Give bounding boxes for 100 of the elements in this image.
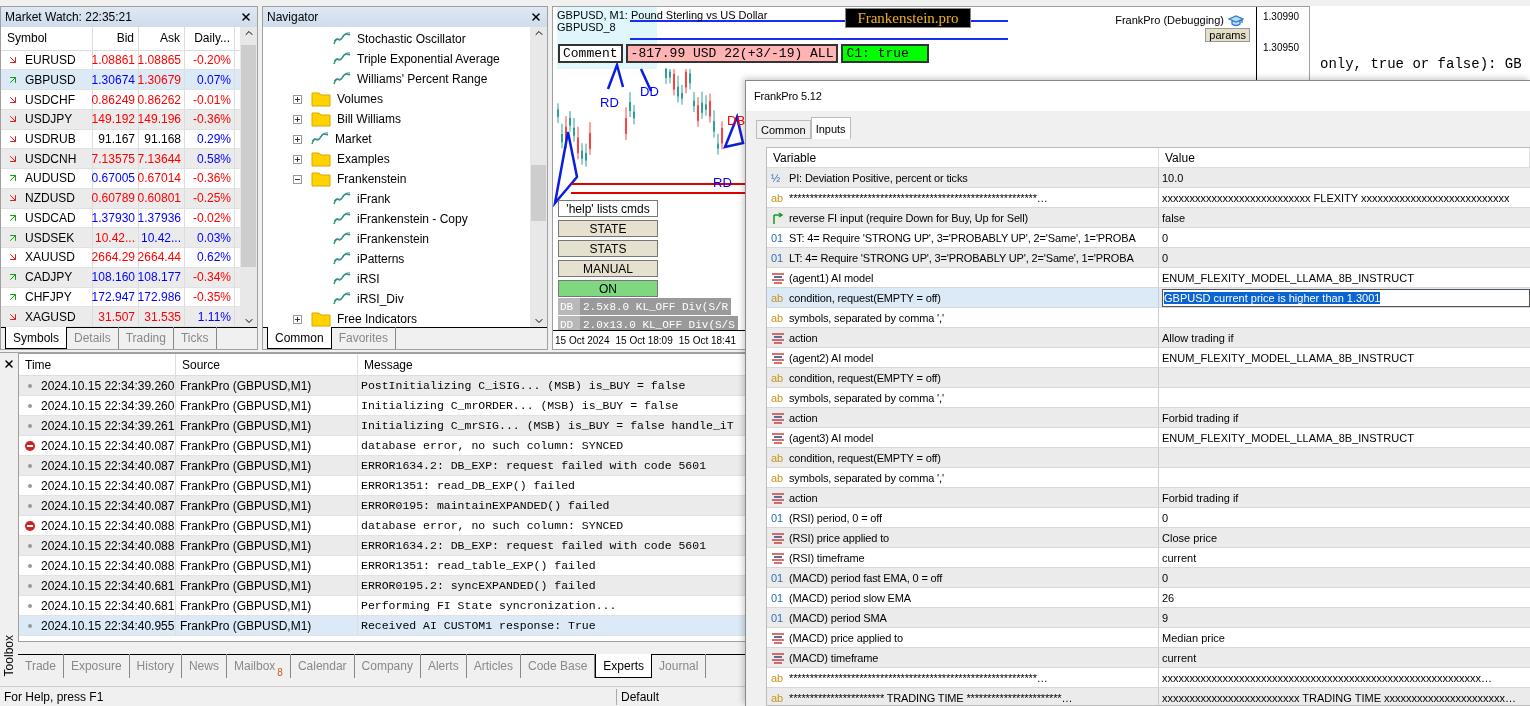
ask-price: 10.42... xyxy=(139,228,185,248)
daily-change: 0.62% xyxy=(185,248,235,267)
variable-name: (RSI) price applied to xyxy=(789,531,890,544)
brand-label: Frankenstein.pro xyxy=(845,8,971,28)
log-time: 2024.10.15 22:34:40.955 xyxy=(41,618,175,633)
log-time: 2024.10.15 22:34:40.087 xyxy=(41,498,175,513)
chart-subtitle: GBPUSD_8 xyxy=(557,21,616,33)
time-label: 15 Oct 18:09 xyxy=(615,334,673,346)
daily-change: 0.29% xyxy=(185,129,235,149)
ask-price: 1.08865 xyxy=(139,50,185,70)
log-message: Performing FI State syncronization... xyxy=(361,599,617,612)
pattern-label: DD xyxy=(640,84,659,99)
string-type-icon: ab xyxy=(771,291,785,304)
variable-name: ************************************************************… xyxy=(789,191,1048,204)
variable-name: symbols, separated by comma ',' xyxy=(789,311,944,324)
log-time: 2024.10.15 22:34:40.087 xyxy=(41,438,175,453)
integer-type-icon: 01 xyxy=(771,231,785,244)
comment-label: Comment xyxy=(558,44,623,63)
ask-price: 0.86262 xyxy=(139,90,185,109)
log-message: ERROR1634.2: DB_EXP: request failed with code 5601 xyxy=(361,539,707,552)
ask-price: 1.37936 xyxy=(139,208,185,228)
info-text: 2.0x13.0 KL_OFF Div(S/S xyxy=(580,316,738,330)
help-hint: 'help' lists cmds xyxy=(558,200,658,217)
daily-change: -0.35% xyxy=(185,287,235,307)
profit-label: -817.99 USD 22(+3/-19) ALL xyxy=(625,44,839,63)
ask-price: 31.535 xyxy=(139,307,185,326)
string-type-icon: ab xyxy=(771,691,785,704)
variable-name: symbols, separated by comma ',' xyxy=(789,471,944,484)
variable-name: (MACD) timeframe xyxy=(789,651,879,664)
log-message: ERROR0195: maintainEXPANDED() failed xyxy=(361,499,610,512)
log-message: ERROR1351: read_DB_EXP() failed xyxy=(361,479,575,492)
ask-price: 91.168 xyxy=(139,129,185,149)
bid-price: 1.37930 xyxy=(93,208,139,228)
selected-text: GBPUSD current price is higher than 1.3001 xyxy=(1164,291,1381,304)
info-tag: DB xyxy=(558,298,580,315)
bid-price: 0.60789 xyxy=(93,188,139,208)
variable-name: action xyxy=(789,331,818,344)
integer-type-icon: 01 xyxy=(771,611,785,624)
daily-change: -0.25% xyxy=(185,188,235,208)
log-message: Initializing C_mrSIG... (MSB) is_BUY = false handle_iT xyxy=(361,419,734,432)
tab-label: Mailbox xyxy=(233,659,276,673)
log-time: 2024.10.15 22:34:40.088 xyxy=(41,538,175,553)
log-message: ERROR1634.2: DB_EXP: request failed with code 5601 xyxy=(361,459,707,472)
integer-type-icon: 01 xyxy=(771,251,785,264)
integer-type-icon: 01 xyxy=(771,511,785,524)
symbol-name: CHFJPY xyxy=(25,289,72,304)
variable-name: condition, request(EMPTY = off) xyxy=(789,371,941,384)
log-time: 2024.10.15 22:34:39.260 xyxy=(41,398,175,413)
daily-change: -0.01% xyxy=(185,90,235,109)
daily-change: -0.36% xyxy=(185,109,235,129)
variable-name: (agent3) AI model xyxy=(789,431,874,444)
bid-price: 0.86249 xyxy=(93,90,139,109)
ask-price: 2664.44 xyxy=(139,248,185,267)
bid-price: 149.192 xyxy=(93,109,139,129)
log-source: FrankPro (GBPUSD,M1) xyxy=(176,596,358,615)
ask-price: 0.60801 xyxy=(139,188,185,208)
pattern-label: RD xyxy=(600,95,619,110)
symbol-name: CADJPY xyxy=(25,270,73,285)
log-time: 2024.10.15 22:34:40.088 xyxy=(41,518,175,533)
bid-price: 31.507 xyxy=(93,307,139,326)
log-time: 2024.10.15 22:34:40.681 xyxy=(41,598,175,613)
log-source: FrankPro (GBPUSD,M1) xyxy=(176,556,358,575)
symbol-name: USDCAD xyxy=(25,210,76,225)
ask-price: 149.196 xyxy=(139,109,185,129)
log-source: FrankPro (GBPUSD,M1) xyxy=(176,516,358,535)
daily-change: -0.36% xyxy=(185,169,235,188)
symbol-name: USDJPY xyxy=(25,112,73,127)
string-type-icon: ab xyxy=(771,451,785,464)
log-message: database error, no such column: SYNCED xyxy=(361,439,624,452)
log-source: FrankPro (GBPUSD,M1) xyxy=(176,416,358,435)
variable-name: action xyxy=(789,491,818,504)
daily-change: -0.02% xyxy=(185,208,235,228)
daily-change: -0.20% xyxy=(185,50,235,70)
log-time: 2024.10.15 22:34:40.087 xyxy=(41,478,175,493)
price-label: 1.30990 xyxy=(1263,11,1300,22)
symbol-name: USDSEK xyxy=(25,230,75,245)
log-time: 2024.10.15 22:34:40.087 xyxy=(41,458,175,473)
integer-type-icon: 01 xyxy=(771,571,785,584)
time-label: 15 Oct 2024 xyxy=(555,334,610,346)
variable-name: (agent2) AI model xyxy=(789,351,874,364)
daily-change: 1.11% xyxy=(185,307,235,326)
string-type-icon: ab xyxy=(771,391,785,404)
expert-name: FrankPro (Debugging) xyxy=(1115,14,1224,26)
bid-price: 1.08861 xyxy=(93,50,139,70)
log-time: 2024.10.15 22:34:39.260 xyxy=(41,378,175,393)
log-source: FrankPro (GBPUSD,M1) xyxy=(176,376,358,395)
log-message: Initializing C_mrORDER... (MSB) is_BUY = false xyxy=(361,399,679,412)
price-label: 1.30950 xyxy=(1263,42,1300,53)
variable-name: (MACD) period SMA xyxy=(789,611,887,624)
log-source: FrankPro (GBPUSD,M1) xyxy=(176,436,358,455)
bid-price: 10.42... xyxy=(93,228,139,248)
log-source: FrankPro (GBPUSD,M1) xyxy=(176,536,358,555)
bid-price: 91.167 xyxy=(93,129,139,149)
bid-price: 2664.29 xyxy=(93,248,139,267)
symbol-name: NZDUSD xyxy=(25,191,75,206)
symbol-name: XAGUSD xyxy=(25,309,76,324)
daily-change: 0.03% xyxy=(185,228,235,248)
bid-price: 7.13575 xyxy=(93,149,139,169)
log-message: PostInitializing C_iSIG... (MSB) is_BUY = false xyxy=(361,379,686,392)
status-text: For Help, press F1 xyxy=(3,689,105,704)
